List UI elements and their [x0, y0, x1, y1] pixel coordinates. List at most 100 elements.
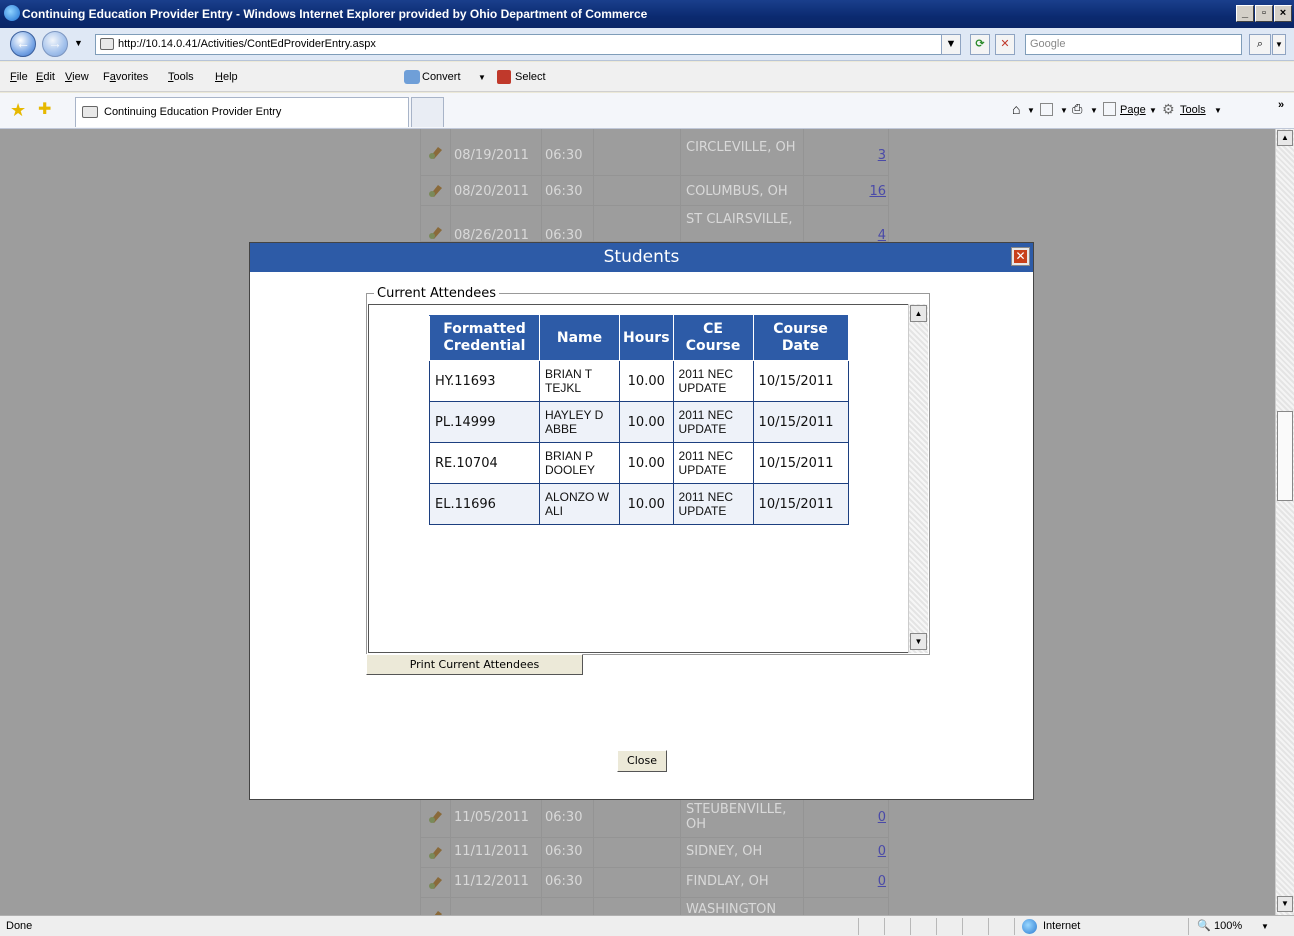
page-menu[interactable]: Page — [1120, 104, 1146, 116]
menu-tools[interactable]: Tools — [168, 71, 194, 83]
hours-cell: 10.00 — [619, 483, 674, 525]
forward-arrow-icon: → — [48, 35, 62, 51]
convert-dropdown-icon[interactable]: ▼ — [478, 73, 486, 82]
window-title-bar: Continuing Education Provider Entry - Wi… — [0, 0, 1294, 28]
table-row: RE.10704 BRIAN P DOOLEY 10.00 2011 NEC U… — [429, 442, 849, 484]
hours-cell: 10.00 — [619, 442, 674, 484]
scrollbar-thumb[interactable] — [1277, 411, 1293, 501]
name-cell: HAYLEY D ABBE — [539, 401, 620, 443]
feeds-icon[interactable] — [1040, 103, 1053, 116]
status-pane — [962, 918, 963, 935]
col-course-date: Course Date — [752, 315, 849, 361]
history-dropdown-icon[interactable]: ▼ — [74, 38, 83, 48]
minimize-button[interactable]: _ — [1236, 5, 1254, 22]
menu-favorites[interactable]: Favorites — [103, 71, 148, 83]
feeds-dropdown-icon[interactable]: ▼ — [1060, 106, 1068, 115]
ie-icon — [4, 5, 20, 21]
table-row: EL.11696 ALONZO W ALI 10.00 2011 NEC UPD… — [429, 483, 849, 525]
course-cell: 2011 NEC UPDATE — [672, 483, 754, 525]
scroll-down-icon[interactable]: ▼ — [1277, 896, 1293, 912]
name-cell: ALONZO W ALI — [539, 483, 620, 525]
edit-course-icon[interactable] — [428, 224, 444, 240]
name-cell: BRIAN T TEJKL — [539, 360, 620, 402]
close-window-button[interactable]: × — [1274, 5, 1292, 22]
table-row: 08/26/2011 06:30 ST CLAIRSVILLE, 4 — [420, 206, 889, 243]
credential-cell: EL.11696 — [429, 483, 540, 525]
table-header-row: Formatted Credential Name Hours CE Cours… — [429, 315, 849, 361]
print-attendees-button[interactable]: Print Current Attendees — [366, 654, 583, 675]
close-button[interactable]: Close — [617, 750, 667, 772]
table-row: 08/19/2011 06:30 CIRCLEVILLE, OH 3 — [420, 134, 889, 176]
students-dialog: Students ✕ Current Attendees ▲ ▼ Formatt… — [249, 242, 1034, 800]
search-icon[interactable]: ⌕ — [1249, 34, 1271, 55]
tools-menu[interactable]: Tools — [1180, 104, 1206, 116]
menu-view[interactable]: View — [65, 71, 89, 83]
scroll-up-icon[interactable]: ▲ — [910, 305, 927, 322]
menu-help[interactable]: Help — [215, 71, 238, 83]
status-pane — [1014, 918, 1015, 935]
status-pane — [988, 918, 989, 935]
date-cell: 10/15/2011 — [752, 360, 849, 402]
select-menu[interactable]: Select — [515, 71, 546, 83]
edit-course-icon[interactable] — [428, 908, 444, 915]
credential-cell: PL.14999 — [429, 401, 540, 443]
scroll-up-icon[interactable]: ▲ — [1277, 130, 1293, 146]
convert-menu[interactable]: Convert — [422, 71, 461, 83]
status-pane — [858, 918, 859, 935]
menu-bar: File Edit View Favorites Tools Help Conv… — [0, 62, 1294, 92]
page-icon — [1103, 102, 1116, 116]
zoom-icon[interactable]: 🔍 — [1197, 919, 1211, 932]
refresh-icon[interactable]: ⟳ — [970, 34, 990, 55]
home-icon[interactable]: ⌂ — [1012, 101, 1020, 117]
scroll-down-icon[interactable]: ▼ — [910, 633, 927, 650]
credential-cell: RE.10704 — [429, 442, 540, 484]
col-formatted-credential: Formatted Credential — [429, 315, 540, 361]
favorites-star-icon[interactable]: ★ — [10, 101, 26, 119]
page-dropdown-icon[interactable]: ▼ — [1149, 106, 1157, 115]
tools-dropdown-icon[interactable]: ▼ — [1214, 106, 1222, 115]
table-row: 11/12/2011 06:30 FINDLAY, OH 0 — [420, 868, 889, 898]
status-text: Done — [6, 920, 33, 932]
attendees-table: Formatted Credential Name Hours CE Cours… — [429, 315, 849, 525]
attendees-scrollbar[interactable]: ▲ ▼ — [908, 304, 928, 653]
edit-course-icon[interactable] — [428, 182, 444, 198]
dialog-close-button[interactable]: ✕ — [1011, 247, 1030, 266]
print-icon[interactable]: ⎙ — [1072, 101, 1082, 117]
page-scrollbar[interactable]: ▲ ▼ — [1275, 129, 1294, 915]
menu-file[interactable]: File — [10, 71, 28, 83]
print-dropdown-icon[interactable]: ▼ — [1090, 106, 1098, 115]
credential-cell: HY.11693 — [429, 360, 540, 402]
col-ce-course: CE Course — [672, 315, 754, 361]
stop-icon[interactable]: ✕ — [995, 34, 1015, 55]
url-field[interactable]: http://10.14.0.41/Activities/ContEdProvi… — [95, 34, 961, 55]
forward-button[interactable]: → — [42, 31, 68, 57]
edit-course-icon[interactable] — [428, 808, 444, 824]
home-dropdown-icon[interactable]: ▼ — [1027, 106, 1035, 115]
new-tab-button[interactable] — [411, 97, 444, 127]
maximize-button[interactable]: ▫ — [1255, 5, 1273, 22]
edit-course-icon[interactable] — [428, 874, 444, 890]
url-dropdown-button[interactable]: ▼ — [941, 34, 961, 55]
chevron-more-icon[interactable]: » — [1278, 99, 1284, 111]
convert-pdf-icon — [404, 70, 420, 84]
tab-continuing-education[interactable]: Continuing Education Provider Entry — [75, 97, 409, 127]
close-icon: ✕ — [1014, 249, 1027, 263]
back-arrow-icon: ← — [16, 35, 30, 51]
status-pane — [884, 918, 885, 935]
table-row: 08/20/2011 06:30 COLUMBUS, OH 16 — [420, 176, 889, 206]
search-options-dropdown[interactable]: ▼ — [1272, 34, 1286, 55]
table-row: 11/11/2011 06:30 SIDNEY, OH 0 — [420, 838, 889, 868]
zoom-level[interactable]: 100% — [1214, 920, 1242, 932]
select-pdf-icon — [497, 70, 511, 84]
edit-course-icon[interactable] — [428, 144, 444, 160]
menu-edit[interactable]: Edit — [36, 71, 55, 83]
zoom-dropdown-icon[interactable]: ▼ — [1261, 922, 1269, 931]
table-row: WASHINGTON — [420, 898, 889, 915]
edit-course-icon[interactable] — [428, 844, 444, 860]
back-button[interactable]: ← — [10, 31, 36, 57]
hours-cell: 10.00 — [619, 401, 674, 443]
site-favicon-icon — [82, 106, 98, 118]
add-favorites-icon[interactable]: ✚ — [38, 101, 51, 119]
zone-text: Internet — [1043, 920, 1081, 932]
search-input[interactable]: Google — [1025, 34, 1242, 55]
